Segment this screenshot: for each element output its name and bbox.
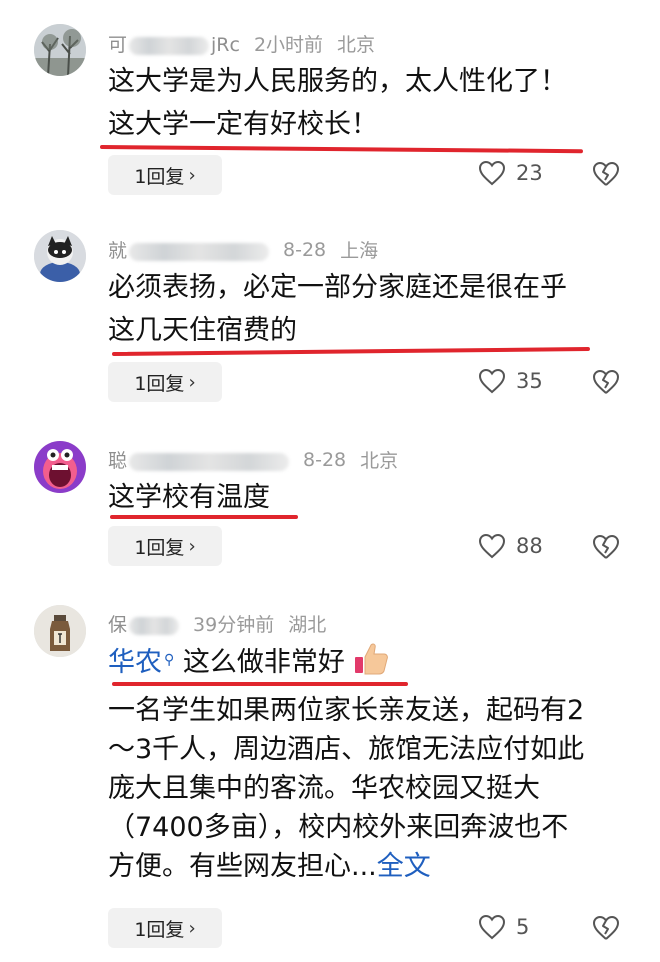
comment-time: 8-28	[283, 238, 327, 261]
red-underline	[112, 682, 408, 686]
comment-location: 北京	[360, 450, 399, 472]
comment-location: 北京	[337, 34, 376, 56]
dislike-button[interactable]	[592, 915, 620, 945]
chevron-right-icon: ›	[188, 164, 196, 186]
like-count: 5	[516, 915, 530, 939]
topic-link[interactable]: 华农 ⚲	[108, 647, 174, 678]
search-tag-icon: ⚲	[164, 652, 175, 668]
heart-outline-icon	[478, 368, 506, 394]
chevron-right-icon: ›	[188, 917, 196, 939]
red-underline	[110, 515, 298, 519]
comment-time: 8-28	[303, 448, 347, 471]
comment-text: 这大学是为人民服务的，太人性化了！ 这大学一定有好校长！	[108, 66, 567, 140]
comment-time: 2小时前	[253, 34, 324, 56]
heart-outline-icon	[478, 914, 506, 940]
broken-heart-icon	[593, 162, 619, 186]
chevron-right-icon: ›	[188, 535, 196, 557]
comment-location: 湖北	[288, 614, 327, 636]
username[interactable]: 保	[108, 610, 180, 637]
expand-full-link[interactable]: 全文	[377, 851, 431, 882]
avatar[interactable]	[34, 441, 86, 493]
comment-meta: 可 jRc 2小时前 北京	[108, 30, 375, 57]
reply-button[interactable]: 1回复 ›	[108, 908, 222, 948]
dislike-button[interactable]	[592, 534, 620, 564]
username[interactable]: 聪	[108, 446, 290, 473]
chevron-right-icon: ›	[188, 371, 196, 393]
avatar[interactable]	[34, 230, 86, 282]
broken-heart-icon	[593, 370, 619, 394]
red-underline	[99, 145, 583, 154]
like-button[interactable]: 23	[478, 160, 543, 186]
thumbs-up-icon	[353, 641, 389, 686]
avatar[interactable]	[34, 605, 86, 657]
comment-location: 上海	[340, 240, 379, 262]
heart-outline-icon	[478, 160, 506, 186]
like-button[interactable]: 35	[478, 368, 543, 394]
like-button[interactable]: 5	[478, 914, 529, 940]
comment-meta: 保 39分钟前 湖北	[108, 610, 326, 637]
comment-text: 华农 ⚲ 这么做非常好 一名学生如果两位家长亲友送，起码有2 ～3千人，周边酒店、…	[108, 641, 620, 886]
heart-outline-icon	[478, 533, 506, 559]
dislike-button[interactable]	[592, 369, 620, 399]
avatar[interactable]	[34, 24, 86, 76]
like-button[interactable]: 88	[478, 533, 543, 559]
username[interactable]: 就	[108, 236, 270, 263]
comment-meta: 聪 8-28 北京	[108, 446, 398, 473]
like-count: 23	[516, 161, 543, 185]
comment-time: 39分钟前	[193, 614, 275, 636]
comment-text: 这学校有温度	[108, 482, 270, 513]
reply-button[interactable]: 1回复 ›	[108, 155, 222, 195]
dislike-button[interactable]	[592, 161, 620, 191]
comment-text: 必须表扬，必定一部分家庭还是很在乎 这几天住宿费的	[108, 272, 567, 346]
comment-meta: 就 8-28 上海	[108, 236, 378, 263]
like-count: 35	[516, 369, 543, 393]
broken-heart-icon	[593, 916, 619, 940]
username[interactable]: 可 jRc	[108, 30, 240, 57]
reply-button[interactable]: 1回复 ›	[108, 362, 222, 402]
broken-heart-icon	[593, 535, 619, 559]
reply-button[interactable]: 1回复 ›	[108, 526, 222, 566]
like-count: 88	[516, 534, 543, 558]
